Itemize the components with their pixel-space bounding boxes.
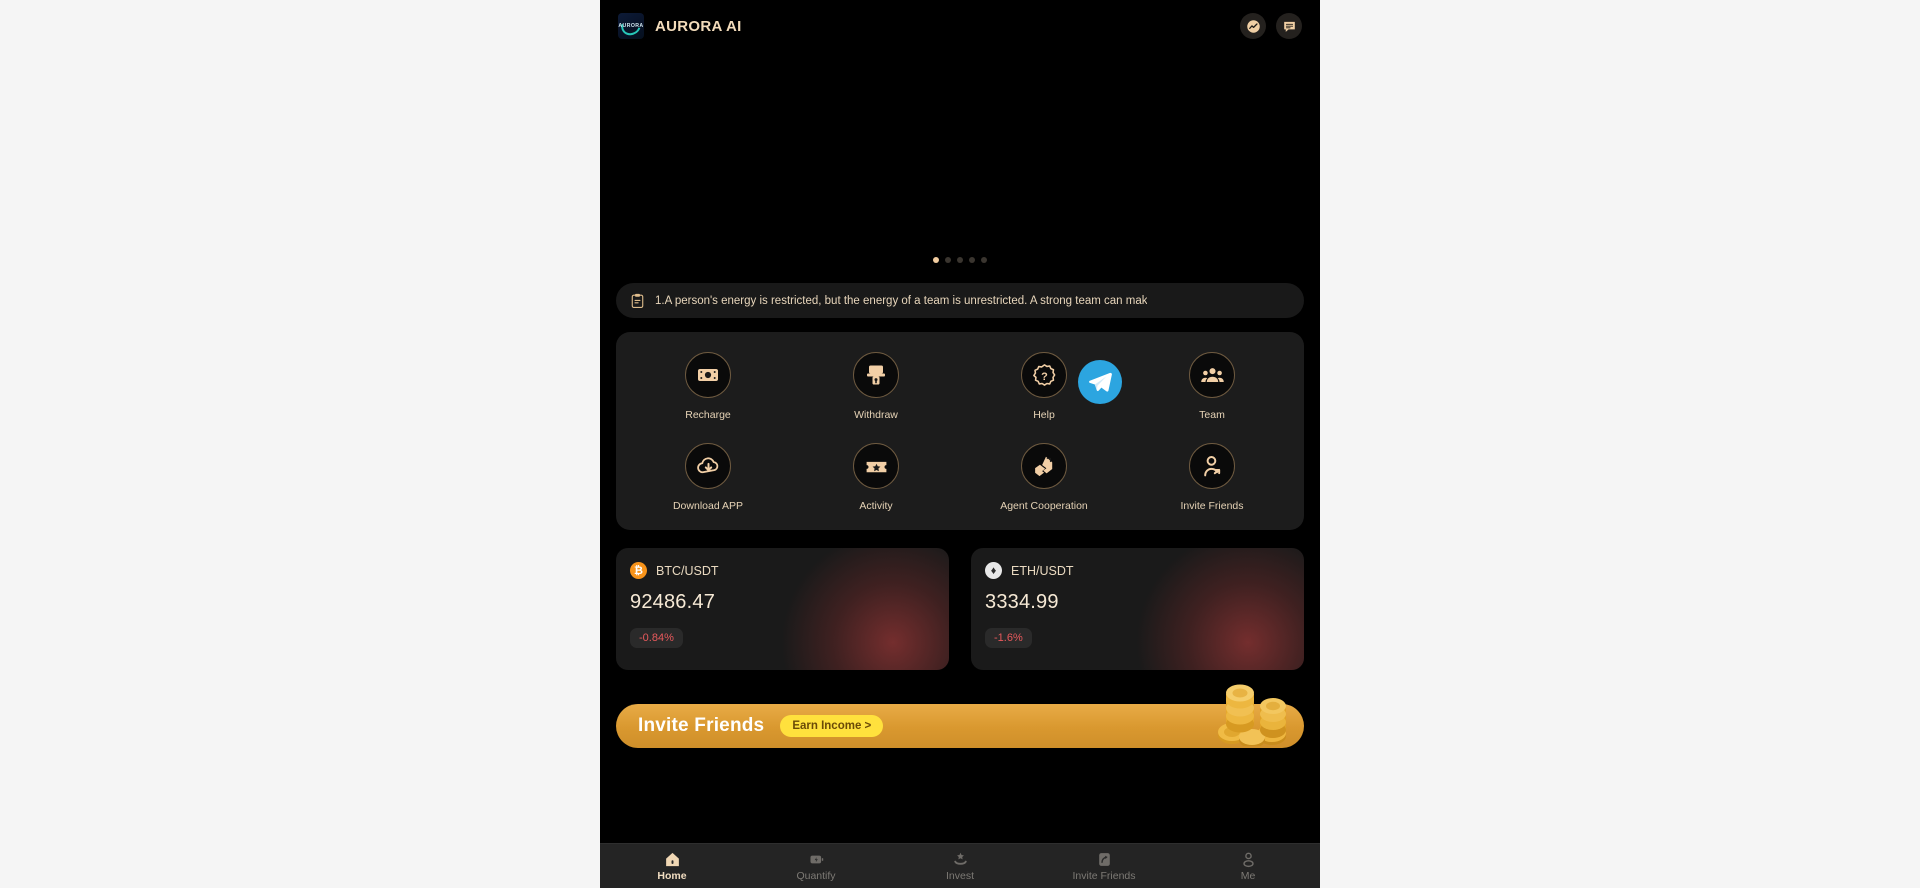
- agent-cooperation-icon-circle: [1021, 443, 1067, 489]
- invite-banner-title: Invite Friends: [638, 715, 765, 736]
- announcement-bar[interactable]: 1.A person's energy is restricted, but t…: [616, 283, 1304, 318]
- market-price: 3334.99: [985, 591, 1059, 613]
- notice-section: 1.A person's energy is restricted, but t…: [600, 278, 1320, 318]
- phone-viewport: AURORA AURORA AI 1.A person's energy is …: [600, 0, 1320, 888]
- market-pair-label: ETH/USDT: [1011, 563, 1074, 578]
- quick-actions-card: Recharge Withdraw ? Help Team Download A…: [616, 332, 1304, 530]
- person-icon: [1242, 852, 1254, 867]
- nav-item-me[interactable]: Me: [1176, 851, 1320, 882]
- carousel-dot-4[interactable]: [969, 257, 975, 263]
- quick-action-label: Activity: [859, 500, 893, 512]
- nav-label: Invite Friends: [1072, 869, 1136, 882]
- quick-action-activity[interactable]: Activity: [792, 443, 960, 512]
- quick-action-agent-cooperation[interactable]: Agent Cooperation: [960, 443, 1128, 512]
- quick-action-team[interactable]: Team: [1128, 352, 1296, 421]
- carousel-dot-3[interactable]: [957, 257, 963, 263]
- nav-item-quantify[interactable]: Quantify: [744, 851, 888, 882]
- help-icon-circle: ?: [1021, 352, 1067, 398]
- download-app-icon-circle: [685, 443, 731, 489]
- invite-friends-banner[interactable]: Invite Friends Earn Income >: [616, 704, 1304, 748]
- quick-action-label: Invite Friends: [1180, 500, 1244, 512]
- person-share-icon: [1203, 455, 1220, 476]
- quick-actions-section: Recharge Withdraw ? Help Team Download A…: [600, 318, 1320, 530]
- banner-carousel[interactable]: [600, 52, 1320, 278]
- market-change-badge: -1.6%: [985, 628, 1032, 648]
- market-chart-button[interactable]: [1240, 13, 1266, 39]
- market-card-btc[interactable]: ₿ BTC/USDT 92486.47 -0.84%: [616, 548, 949, 670]
- nav-label: Home: [657, 869, 687, 882]
- market-change-badge: -0.84%: [630, 628, 683, 648]
- message-button[interactable]: [1276, 13, 1302, 39]
- quick-actions-row-2: Download APP Activity Agent Cooperation …: [624, 443, 1296, 512]
- quick-action-label: Team: [1199, 409, 1225, 421]
- brand: AURORA AURORA AI: [618, 13, 742, 39]
- team-icon-circle: [1189, 352, 1235, 398]
- quick-action-label: Agent Cooperation: [1000, 500, 1088, 512]
- carousel-dot-5[interactable]: [981, 257, 987, 263]
- withdraw-icon-circle: [853, 352, 899, 398]
- aurora-logo-icon: AURORA: [618, 13, 644, 39]
- quick-action-label: Download APP: [672, 500, 744, 512]
- nav-label: Me: [1240, 869, 1256, 882]
- cloud-download-icon: [696, 456, 718, 473]
- quick-action-label: Withdraw: [854, 409, 898, 421]
- app-title: AURORA AI: [655, 17, 742, 35]
- svg-text:?: ?: [1041, 371, 1048, 383]
- market-cards: ₿ BTC/USDT 92486.47 -0.84% ♦ ETH/USDT 33…: [600, 530, 1320, 670]
- people-group-icon: [1200, 367, 1224, 382]
- question-badge-icon: ?: [1032, 363, 1055, 386]
- market-price: 92486.47: [630, 591, 716, 613]
- activity-icon-circle: [853, 443, 899, 489]
- nav-label: Invest: [945, 869, 974, 882]
- invite-friends-icon: [1098, 852, 1110, 866]
- quick-action-recharge[interactable]: Recharge: [624, 352, 792, 421]
- quick-action-invite-friends[interactable]: Invite Friends: [1128, 443, 1296, 512]
- logo-wordmark: AURORA: [618, 23, 644, 29]
- btc-coin-icon: ₿: [630, 562, 647, 579]
- handshake-agent-icon: [1034, 456, 1052, 476]
- telegram-float-button[interactable]: [1078, 360, 1122, 404]
- announcement-text: 1.A person's energy is restricted, but t…: [655, 294, 1148, 307]
- invest-icon: [953, 852, 967, 865]
- atm-withdraw-icon: [867, 365, 885, 385]
- quick-action-label: Help: [1033, 409, 1055, 421]
- telegram-icon: [1089, 372, 1112, 392]
- message-icon: [1283, 21, 1295, 32]
- market-card-header: ₿ BTC/USDT: [630, 562, 935, 579]
- chart-trend-icon: [1246, 19, 1260, 33]
- nav-item-home[interactable]: Home: [600, 851, 744, 882]
- carousel-dot-2[interactable]: [945, 257, 951, 263]
- quantify-icon: [809, 855, 823, 863]
- bottom-navigation: Home Quantify Invest Invite Friends Me: [600, 843, 1320, 888]
- market-card-eth[interactable]: ♦ ETH/USDT 3334.99 -1.6%: [971, 548, 1304, 670]
- carousel-dots: [600, 257, 1320, 263]
- recharge-icon-circle: [685, 352, 731, 398]
- invite-friends-icon-circle: [1189, 443, 1235, 489]
- nav-label: Quantify: [796, 869, 836, 882]
- nav-item-invest[interactable]: Invest: [888, 851, 1032, 882]
- quick-action-download-app[interactable]: Download APP: [624, 443, 792, 512]
- app-header: AURORA AURORA AI: [600, 0, 1320, 52]
- carousel-dot-1[interactable]: [933, 257, 939, 263]
- header-actions: [1240, 13, 1302, 39]
- quick-action-withdraw[interactable]: Withdraw: [792, 352, 960, 421]
- clipboard-icon: [631, 293, 644, 308]
- quick-actions-row-1: Recharge Withdraw ? Help Team: [624, 352, 1296, 421]
- eth-coin-icon: ♦: [985, 562, 1002, 579]
- quick-action-label: Recharge: [685, 409, 731, 421]
- banknote-icon: [698, 369, 718, 381]
- invite-banner-section: Invite Friends Earn Income >: [600, 670, 1320, 748]
- market-pair-label: BTC/USDT: [656, 563, 719, 578]
- home-icon: [665, 852, 679, 866]
- ticket-star-icon: [866, 461, 886, 472]
- nav-item-invite-friends[interactable]: Invite Friends: [1032, 851, 1176, 882]
- market-card-header: ♦ ETH/USDT: [985, 562, 1290, 579]
- screen: AURORA AURORA AI 1.A person's energy is …: [0, 0, 1920, 888]
- earn-income-button[interactable]: Earn Income >: [780, 715, 884, 737]
